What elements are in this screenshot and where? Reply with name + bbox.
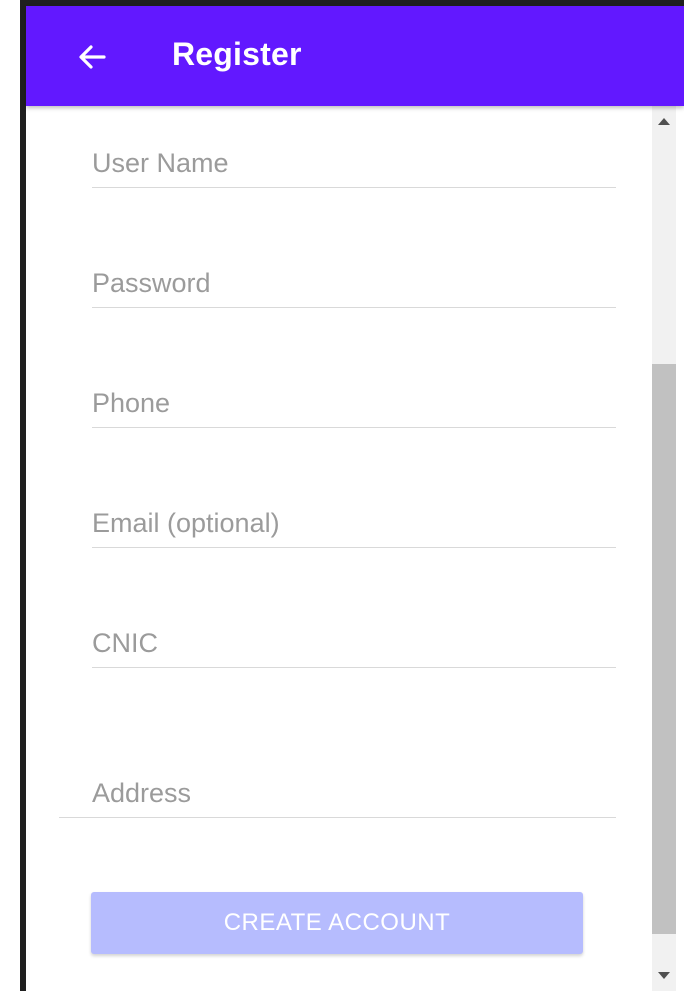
username-field-wrapper bbox=[92, 139, 616, 188]
cnic-field-wrapper bbox=[92, 619, 616, 668]
scrollbar-thumb[interactable] bbox=[652, 364, 676, 934]
email-field-wrapper bbox=[92, 499, 616, 548]
vertical-scrollbar[interactable] bbox=[652, 106, 676, 991]
address-field-wrapper bbox=[59, 769, 616, 818]
address-input[interactable] bbox=[59, 769, 616, 817]
password-field-wrapper bbox=[92, 259, 616, 308]
create-account-button[interactable]: CREATE ACCOUNT bbox=[91, 892, 583, 954]
window-left-border bbox=[0, 0, 26, 991]
register-form: CREATE ACCOUNT bbox=[26, 106, 652, 991]
phone-input[interactable] bbox=[92, 379, 616, 427]
arrow-left-icon bbox=[79, 45, 106, 69]
username-input[interactable] bbox=[92, 139, 616, 187]
app-bar: Register bbox=[26, 6, 684, 106]
scroll-down-arrow-icon[interactable] bbox=[658, 972, 670, 979]
cnic-input[interactable] bbox=[92, 619, 616, 667]
scroll-up-arrow-icon[interactable] bbox=[658, 118, 670, 125]
page-title: Register bbox=[172, 36, 302, 72]
back-button[interactable] bbox=[74, 39, 110, 75]
email-input[interactable] bbox=[92, 499, 616, 547]
password-input[interactable] bbox=[92, 259, 616, 307]
phone-field-wrapper bbox=[92, 379, 616, 428]
window-right-margin bbox=[676, 106, 684, 991]
register-screen: Register CREATE ACCOUNT bbox=[0, 0, 684, 991]
